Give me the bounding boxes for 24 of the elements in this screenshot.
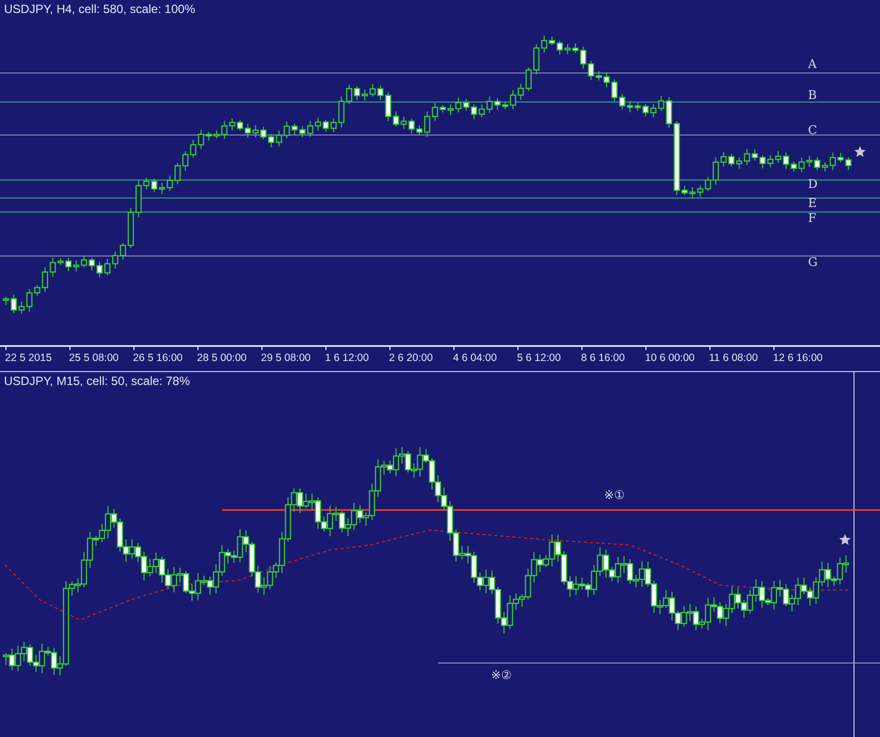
chart-title: USDJPY, H4, cell: 580, scale: 100%: [4, 2, 196, 16]
time-axis-label: 22 5 2015: [5, 352, 52, 364]
level-label: A: [808, 57, 817, 71]
time-axis-label: 28 5 00:00: [197, 352, 247, 364]
time-axis-label: 2 6 20:00: [389, 352, 433, 364]
time-axis-label: 5 6 12:00: [517, 352, 561, 364]
level-label: B: [808, 88, 817, 102]
time-axis-label: 25 5 08:00: [69, 352, 119, 364]
chart-title: USDJPY, M15, cell: 50, scale: 78%: [4, 374, 190, 388]
chart-annotation: ※①: [604, 488, 625, 502]
time-axis-label: 29 5 08:00: [261, 352, 311, 364]
chart-annotation: ※②: [491, 668, 512, 682]
level-label: F: [808, 211, 816, 225]
level-label: C: [808, 123, 818, 137]
time-axis-label: 1 6 12:00: [325, 352, 369, 364]
time-axis-label: 11 6 08:00: [709, 352, 758, 364]
time-axis-label: 26 5 16:00: [133, 352, 183, 364]
time-axis-label: 12 6 16:00: [773, 352, 823, 364]
time-axis-label: 8 6 16:00: [581, 352, 625, 364]
time-axis-label: 4 6 04:00: [453, 352, 497, 364]
level-label: E: [808, 196, 817, 210]
level-label: D: [808, 177, 818, 191]
level-label: G: [808, 255, 818, 269]
time-axis-label: 10 6 00:00: [645, 352, 695, 364]
